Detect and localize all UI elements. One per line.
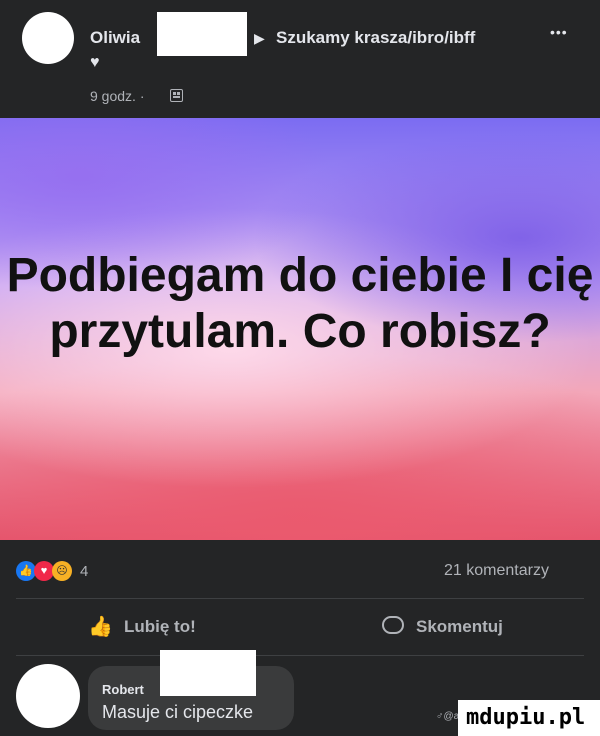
watermark-logo: mdupiu.pl: [458, 700, 600, 736]
comment-bubble-icon: [382, 616, 404, 634]
heart-icon: ♥: [90, 54, 100, 71]
divider-bottom: [16, 655, 584, 656]
comment-count[interactable]: 21 komentarzy: [444, 562, 549, 580]
author-name[interactable]: Oliwia: [90, 28, 140, 48]
commenter-name[interactable]: Robert: [102, 682, 144, 697]
commenter-avatar[interactable]: [16, 664, 80, 728]
like-reaction-icon: 👍: [16, 561, 36, 581]
watermark-logo-text: mdupiu.pl: [466, 705, 586, 730]
love-reaction-icon: ♥: [34, 561, 54, 581]
group-name[interactable]: Szukamy krasza/ibro/ibff: [276, 28, 475, 48]
author-avatar[interactable]: [22, 12, 74, 64]
privacy-icon: [170, 89, 183, 102]
reaction-count: 4: [80, 563, 89, 580]
redacted-name-box: [157, 12, 247, 56]
sad-reaction-icon: ☹: [52, 561, 72, 581]
reactions-summary[interactable]: 👍 ♥ ☹ 4: [16, 561, 106, 583]
group-arrow-icon: ▶: [254, 30, 265, 46]
divider-top: [16, 598, 584, 599]
comment-button[interactable]: Skomentuj: [382, 614, 552, 642]
post-banner[interactable]: Podbiegam do ciebie I cię przytulam. Co …: [0, 118, 600, 540]
post-time[interactable]: 9 godz. ·: [90, 88, 144, 104]
like-button[interactable]: 👍 Lubię to!: [88, 614, 248, 642]
comment-text: Masuje ci cipeczke: [102, 702, 254, 722]
banner-text: Podbiegam do ciebie I cię przytulam. Co …: [6, 249, 594, 358]
more-options-icon[interactable]: •••: [550, 24, 568, 40]
comment-label: Skomentuj: [416, 617, 503, 636]
like-label: Lubię to!: [124, 617, 196, 636]
redacted-commenter-box: [160, 650, 256, 696]
like-thumb-icon: 👍: [88, 616, 113, 638]
